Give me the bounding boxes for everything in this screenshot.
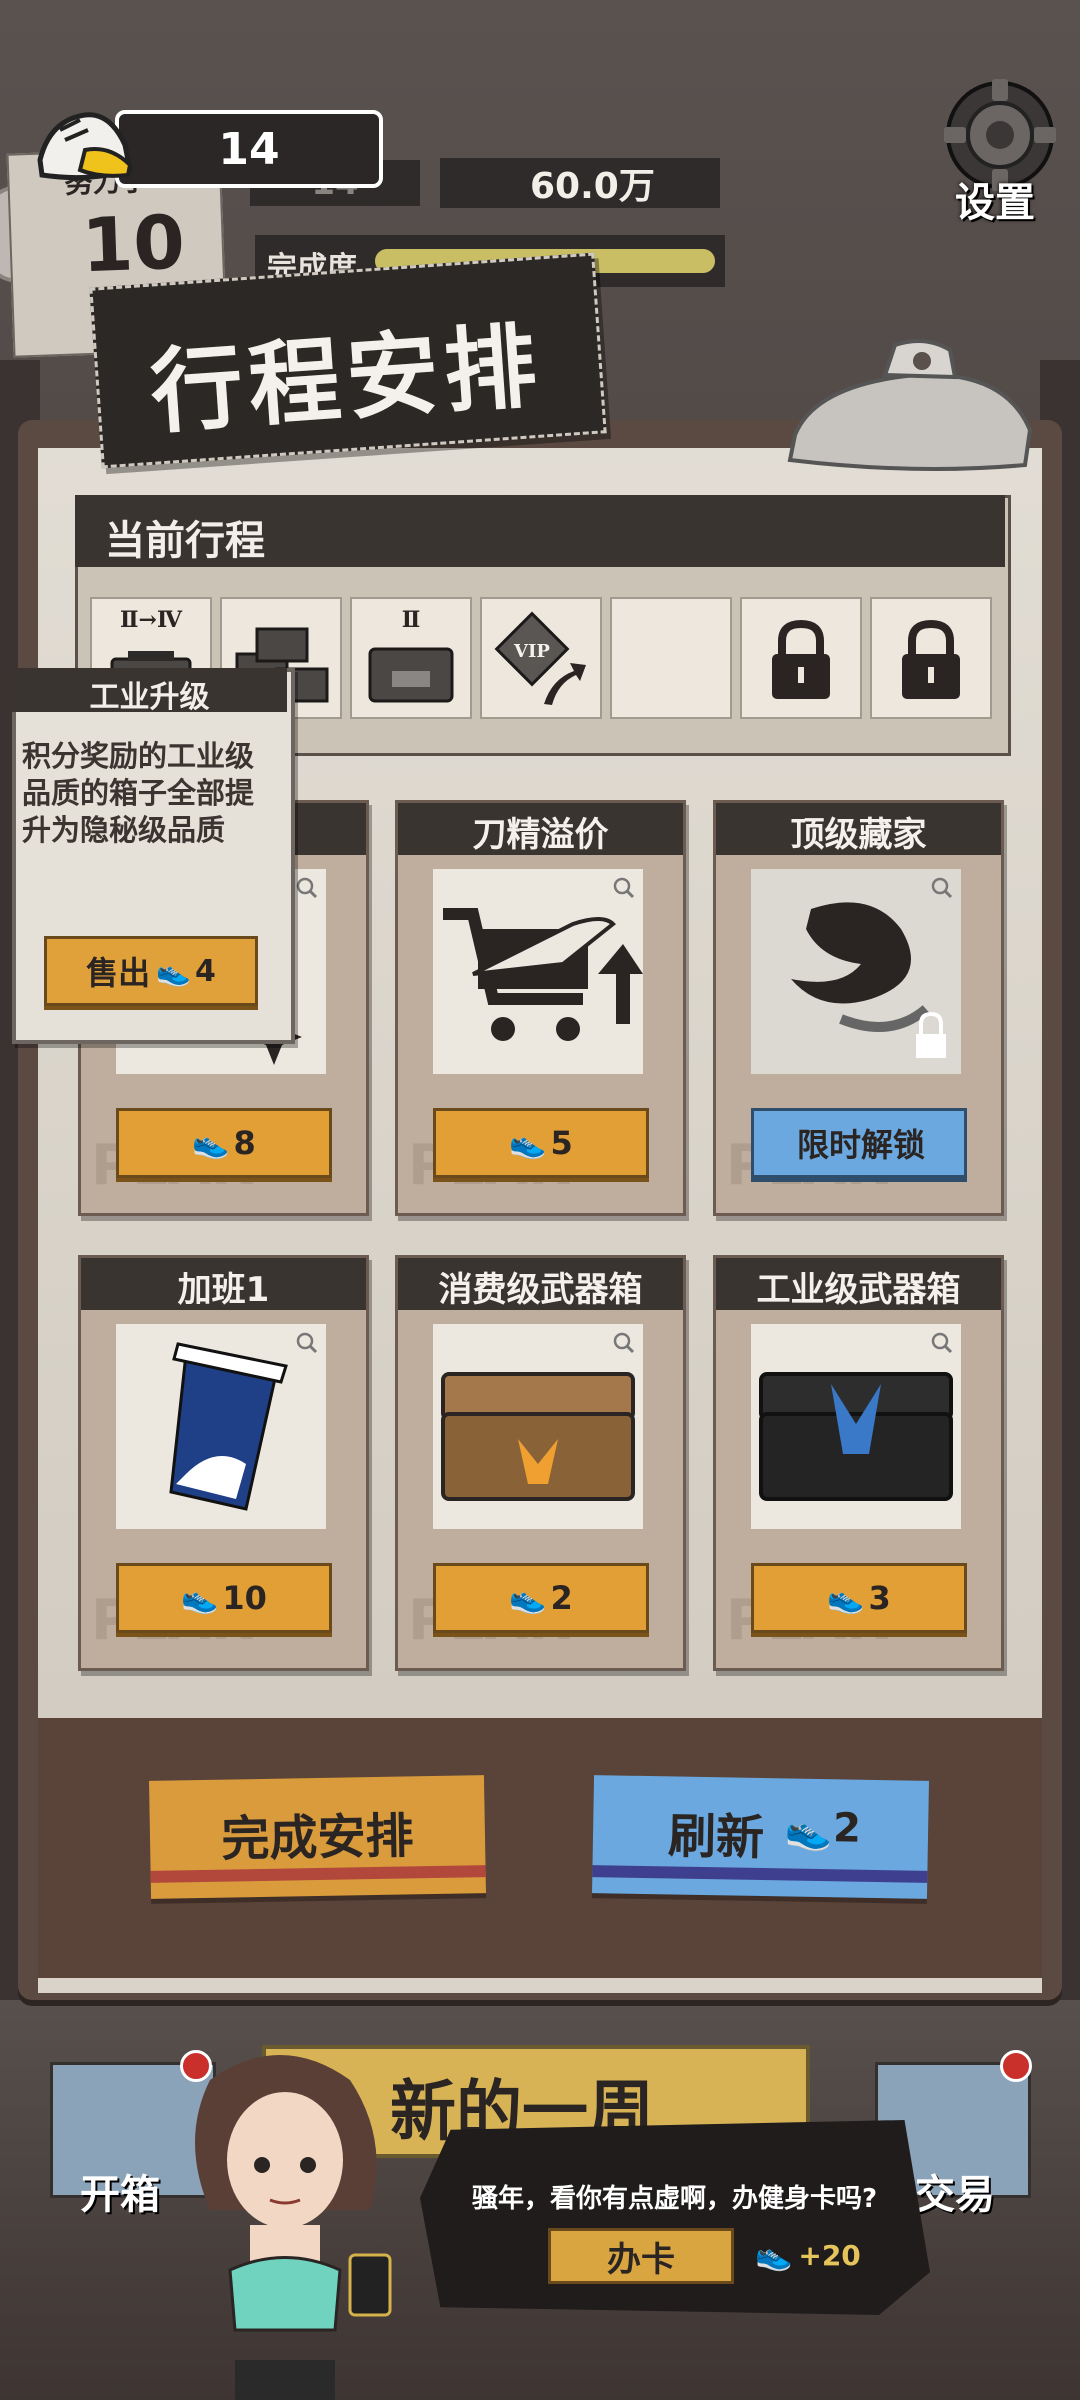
tooltip-description: 积分奖励的工业级品质的箱子全部提升为隐秘级品质	[22, 739, 255, 847]
magnifier-icon[interactable]	[613, 1332, 635, 1354]
plan-card-6[interactable]: 工业级武器箱 PLAN 👟 3	[713, 1255, 1004, 1671]
sneaker-icon: 👟	[509, 1125, 547, 1161]
finish-schedule-button[interactable]: 完成安排	[148, 1775, 487, 1899]
reward-value: +20	[798, 2238, 861, 2272]
magnifier-icon[interactable]	[931, 877, 953, 899]
unlock-button[interactable]: 限时解锁	[751, 1108, 967, 1178]
plan-card-2[interactable]: 刀精溢价 PLAN 👟 5	[395, 800, 686, 1216]
sell-label: 售出	[86, 954, 151, 992]
dragon-icon	[791, 902, 946, 1058]
schedule-slot-5[interactable]	[610, 597, 732, 719]
refresh-cost: 2	[832, 1805, 862, 1852]
plan-card-3[interactable]: 顶级藏家 PLAN 限时解锁	[713, 800, 1004, 1216]
cart-knife-icon	[443, 908, 643, 1041]
dialog-text: 骚年，看你有点虚啊，办健身卡吗?	[472, 2184, 878, 2214]
page-title: 行程安排	[147, 312, 546, 447]
magnifier-icon[interactable]	[296, 877, 318, 899]
effort-value: 10	[80, 199, 187, 290]
black-crate-icon	[759, 1372, 953, 1501]
settings-label[interactable]: 设置	[955, 170, 1035, 228]
trade-label[interactable]: 交易	[915, 2162, 995, 2220]
sneaker-count: 14	[115, 110, 383, 188]
sneaker-icon: 👟	[181, 1580, 219, 1616]
card-cost-button[interactable]: 👟 3	[751, 1563, 967, 1633]
magnifier-icon[interactable]	[931, 1332, 953, 1354]
sell-button[interactable]: 售出 👟 4	[44, 936, 258, 1006]
clip-icon	[787, 339, 1033, 471]
refresh-button[interactable]: 刷新 👟 2	[591, 1775, 930, 1899]
schedule-slot-7	[870, 597, 992, 719]
card-cost: 2	[550, 1579, 573, 1617]
sneaker-icon: 👟	[827, 1580, 865, 1616]
sneaker-icon: 👟	[156, 954, 191, 988]
card-cost: 10	[222, 1579, 267, 1617]
sell-cost: 4	[195, 953, 216, 989]
sneaker-icon	[37, 112, 133, 181]
lock-icon	[902, 619, 960, 699]
card-image	[751, 869, 961, 1074]
magnifier-icon[interactable]	[296, 1332, 318, 1354]
card-image	[433, 869, 643, 1074]
coffee-cup-icon	[169, 1342, 288, 1511]
finish-label: 完成安排	[221, 1808, 414, 1868]
sneaker-icon: 👟	[755, 2237, 793, 2273]
reward: 👟 +20	[755, 2230, 861, 2280]
wooden-crate-icon	[441, 1372, 635, 1501]
card-title: 顶级藏家	[790, 815, 927, 855]
card-image	[751, 1324, 961, 1529]
money-value: 60.0万	[440, 158, 720, 208]
card-title: 加班1	[177, 1270, 270, 1310]
sneaker-icon: 👟	[784, 1808, 833, 1854]
refresh-label: 刷新	[667, 1808, 765, 1867]
open-crate-label[interactable]: 开箱	[80, 2162, 160, 2220]
notification-dot	[1000, 2050, 1032, 2082]
current-schedule-title: 当前行程	[105, 518, 265, 564]
card-image	[433, 1324, 643, 1529]
card-cost-button[interactable]: 👟 10	[116, 1563, 332, 1633]
plan-card-5[interactable]: 消费级武器箱 PLAN 👟 2	[395, 1255, 686, 1671]
card-title: 工业级武器箱	[756, 1270, 961, 1310]
sneaker-icon: 👟	[509, 1580, 547, 1616]
schedule-slot-3[interactable]: Ⅱ	[350, 597, 472, 719]
lock-icon	[772, 619, 830, 699]
card-cost-button[interactable]: 👟 2	[433, 1563, 649, 1633]
speech-bubble	[420, 2120, 930, 2315]
card-title: 刀精溢价	[472, 815, 609, 855]
card-image	[116, 1324, 326, 1529]
tooltip-title: 工业升级	[89, 680, 210, 715]
card-cost-button[interactable]: 👟 5	[433, 1108, 649, 1178]
card-cost-button[interactable]: 👟 8	[116, 1108, 332, 1178]
vip-upgrade-icon: VIP	[494, 611, 586, 705]
button-stripe	[592, 1865, 928, 1883]
card-cost: 3	[868, 1579, 891, 1617]
trainer-character[interactable]	[150, 2040, 420, 2400]
magnifier-icon[interactable]	[613, 877, 635, 899]
sneaker-icon: 👟	[192, 1125, 230, 1161]
schedule-slot-6	[740, 597, 862, 719]
card-cost: 8	[233, 1124, 256, 1162]
plan-card-4[interactable]: 加班1 PLAN 👟 10	[78, 1255, 369, 1671]
unlock-label: 限时解锁	[796, 1126, 925, 1164]
card-title: 消费级武器箱	[438, 1270, 643, 1310]
get-gym-card-button[interactable]: 办卡	[548, 2228, 734, 2284]
get-gym-card-label: 办卡	[607, 2239, 675, 2280]
schedule-slot-4[interactable]: VIP	[480, 597, 602, 719]
card-cost: 5	[550, 1124, 573, 1162]
vip-text: VIP	[513, 641, 550, 662]
crate-icon	[368, 647, 454, 703]
